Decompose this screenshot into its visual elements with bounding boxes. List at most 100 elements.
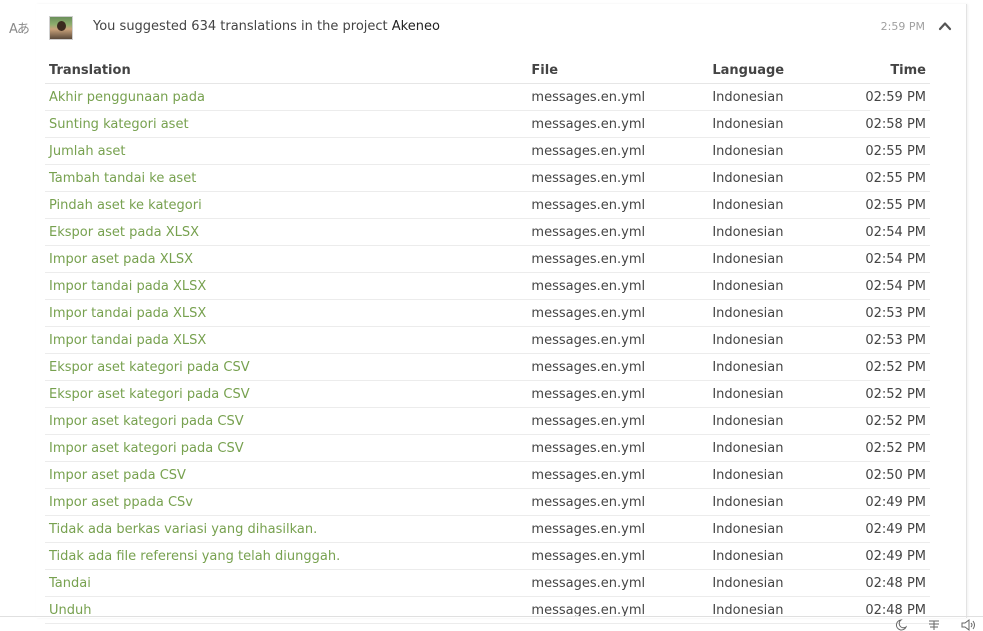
language-cell: Indonesian: [708, 83, 862, 111]
file-cell: messages.en.yml: [527, 515, 709, 543]
translation-link[interactable]: Impor tandai pada XLSX: [45, 326, 528, 354]
activity-card: You suggested 634 translations in the pr…: [36, 4, 967, 624]
table-row: Impor tandai pada XLSX messages.en.yml Ind…: [45, 272, 930, 300]
table-row: Ekspor aset pada XLSX messages.en.yml Indo…: [45, 218, 930, 246]
file-cell: messages.en.yml: [527, 191, 709, 219]
status-bar-divider: [0, 616, 983, 617]
translation-link[interactable]: Tidak ada berkas variasi yang dihasilkan…: [45, 515, 528, 543]
language-cell: Indonesian: [708, 488, 862, 516]
table-row: Ekspor aset kategori pada CSV messages.en…: [45, 380, 930, 408]
time-cell: 02:59 PM: [861, 83, 930, 111]
time-cell: 02:49 PM: [861, 515, 930, 543]
project-link[interactable]: Akeneo: [392, 19, 440, 34]
table-row: Impor aset pada XLSX messages.en.yml Indon…: [45, 245, 930, 273]
time-cell: 02:58 PM: [861, 110, 930, 138]
time-cell: 02:50 PM: [861, 461, 930, 489]
language-cell: Indonesian: [708, 164, 862, 192]
translation-link[interactable]: Akhir penggunaan pada: [45, 83, 528, 111]
speaker-icon[interactable]: [961, 619, 977, 631]
translation-link[interactable]: Impor aset kategori pada CSV: [45, 434, 528, 462]
file-cell: messages.en.yml: [527, 299, 709, 327]
language-cell: Indonesian: [708, 542, 862, 570]
table-row: Impor aset pada CSV messages.en.yml Indone…: [45, 461, 930, 489]
table-row: Jumlah aset messages.en.yml Indonesian 02:5…: [45, 137, 930, 165]
header-translation: Translation: [45, 58, 528, 84]
time-cell: 02:53 PM: [861, 299, 930, 327]
translation-link[interactable]: Tidak ada file referensi yang telah diun…: [45, 542, 528, 570]
activity-time: 2:59 PM: [880, 20, 925, 33]
translation-link[interactable]: Impor aset pada CSV: [45, 461, 528, 489]
translation-link[interactable]: Jumlah aset: [45, 137, 528, 165]
translation-link[interactable]: Impor tandai pada XLSX: [45, 299, 528, 327]
file-cell: messages.en.yml: [527, 596, 709, 624]
translation-link[interactable]: Impor aset pada XLSX: [45, 245, 528, 273]
time-cell: 02:55 PM: [861, 164, 930, 192]
table-row: Tidak ada berkas variasi yang dihasilkan…: [45, 515, 930, 543]
table-row: Impor aset kategori pada CSV messages.en.…: [45, 407, 930, 435]
table-row: Unduh messages.en.yml Indonesian 02:48 PM: [45, 596, 930, 624]
table-row: Tambah tandai ke aset messages.en.yml Indo…: [45, 164, 930, 192]
time-cell: 02:52 PM: [861, 353, 930, 381]
language-cell: Indonesian: [708, 245, 862, 273]
table-row: Impor aset kategori pada CSV messages.en.…: [45, 434, 930, 462]
file-cell: messages.en.yml: [527, 110, 709, 138]
activity-gutter: Aあ: [0, 0, 36, 631]
language-cell: Indonesian: [708, 191, 862, 219]
file-cell: messages.en.yml: [527, 461, 709, 489]
time-cell: 02:54 PM: [861, 272, 930, 300]
translation-link[interactable]: Ekspor aset pada XLSX: [45, 218, 528, 246]
language-cell: Indonesian: [708, 218, 862, 246]
time-cell: 02:49 PM: [861, 488, 930, 516]
file-cell: messages.en.yml: [527, 542, 709, 570]
file-cell: messages.en.yml: [527, 218, 709, 246]
language-cell: Indonesian: [708, 272, 862, 300]
translation-link[interactable]: Impor tandai pada XLSX: [45, 272, 528, 300]
table-row: Tandai messages.en.yml Indonesian 02:48 PM: [45, 569, 930, 597]
language-cell: Indonesian: [708, 515, 862, 543]
translation-link[interactable]: Impor aset kategori pada CSV: [45, 407, 528, 435]
header-time: Time: [861, 58, 930, 84]
language-cell: Indonesian: [708, 137, 862, 165]
table-row: Akhir penggunaan pada messages.en.yml Indo…: [45, 83, 930, 111]
file-cell: messages.en.yml: [527, 164, 709, 192]
language-cell: Indonesian: [708, 326, 862, 354]
file-cell: messages.en.yml: [527, 245, 709, 273]
time-cell: 02:53 PM: [861, 326, 930, 354]
translation-link[interactable]: Sunting kategori aset: [45, 110, 528, 138]
file-cell: messages.en.yml: [527, 326, 709, 354]
file-cell: messages.en.yml: [527, 137, 709, 165]
activity-summary: You suggested 634 translations in the pr…: [93, 19, 440, 34]
time-cell: 02:49 PM: [861, 542, 930, 570]
translation-link[interactable]: Pindah aset ke kategori: [45, 191, 528, 219]
translation-link[interactable]: Ekspor aset kategori pada CSV: [45, 380, 528, 408]
time-cell: 02:55 PM: [861, 191, 930, 219]
translation-link[interactable]: Tambah tandai ke aset: [45, 164, 528, 192]
translation-link[interactable]: Ekspor aset kategori pada CSV: [45, 353, 528, 381]
table-row: Ekspor aset kategori pada CSV messages.en…: [45, 353, 930, 381]
translation-link[interactable]: Tandai: [45, 569, 528, 597]
file-cell: messages.en.yml: [527, 380, 709, 408]
header-file: File: [527, 58, 709, 84]
translation-link[interactable]: Impor aset ppada CSv: [45, 488, 528, 516]
file-cell: messages.en.yml: [527, 434, 709, 462]
moon-icon[interactable]: [893, 619, 907, 631]
table-row: Impor tandai pada XLSX messages.en.yml Ind…: [45, 326, 930, 354]
keyboard-icon[interactable]: [927, 619, 941, 631]
header-language: Language: [708, 58, 862, 84]
summary-text: You suggested 634 translations in the pr…: [93, 19, 388, 34]
chevron-up-icon[interactable]: [938, 18, 952, 32]
file-cell: messages.en.yml: [527, 407, 709, 435]
status-bar: [893, 619, 977, 631]
file-cell: messages.en.yml: [527, 272, 709, 300]
translations-table: Translation File Language Time Akhir pen…: [45, 58, 930, 624]
table-row: Impor aset ppada CSv messages.en.yml Indon…: [45, 488, 930, 516]
table-row: Pindah aset ke kategori messages.en.yml In…: [45, 191, 930, 219]
time-cell: 02:52 PM: [861, 407, 930, 435]
avatar[interactable]: [49, 16, 73, 40]
language-cell: Indonesian: [708, 407, 862, 435]
translate-icon: Aあ: [9, 22, 30, 37]
time-cell: 02:48 PM: [861, 569, 930, 597]
translation-link[interactable]: Unduh: [45, 596, 528, 624]
file-cell: messages.en.yml: [527, 569, 709, 597]
language-cell: Indonesian: [708, 353, 862, 381]
